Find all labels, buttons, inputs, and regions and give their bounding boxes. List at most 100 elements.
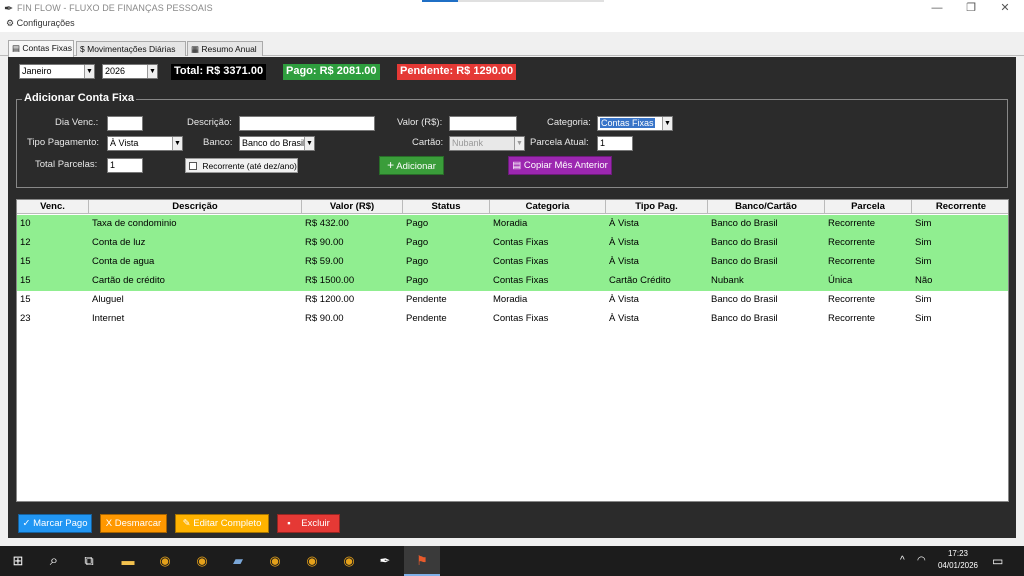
gear-icon: ⚙ xyxy=(6,18,15,28)
cell-venc: 15 xyxy=(20,294,31,305)
dia-label: Dia Venc.: xyxy=(55,117,99,128)
adicionar-button[interactable]: + Adicionar xyxy=(379,156,444,175)
categoria-select[interactable]: Contas Fixas ▼ xyxy=(597,116,673,131)
table-row[interactable]: 10 Taxa de condominio R$ 432.00 Pago Moradia… xyxy=(17,215,1008,234)
calendar-icon: ▦ xyxy=(191,44,200,54)
maximize-button[interactable]: ❐ xyxy=(956,1,986,15)
cell-parcela: Recorrente xyxy=(828,313,875,324)
col-valor[interactable]: Valor (R$) xyxy=(302,200,403,214)
plus-icon: + xyxy=(387,158,395,172)
cartao-select[interactable]: Nubank ▼ xyxy=(449,136,525,151)
banco-select[interactable]: Banco do Brasil ▼ xyxy=(239,136,315,151)
cartao-select-value: Nubank xyxy=(452,138,484,148)
col-banco-cartao[interactable]: Banco/Cartão xyxy=(708,200,825,214)
month-select[interactable]: Janeiro ▼ xyxy=(19,64,95,79)
tab-resumo-anual-label: Resumo Anual xyxy=(201,44,257,54)
main-panel: Janeiro ▼ 2026 ▼ Total: R$ 3371.00 Pago:… xyxy=(8,57,1016,538)
cell-descricao: Conta de luz xyxy=(92,237,146,248)
clipboard-icon: ▤ xyxy=(512,160,522,171)
task-view-icon[interactable]: ⧉ xyxy=(79,551,99,571)
pencil-icon: ✎ xyxy=(182,518,191,529)
wifi-icon[interactable]: ◠ xyxy=(917,555,926,566)
cell-descricao: Taxa de condominio xyxy=(92,218,177,229)
chrome-profile-icon[interactable]: ◉ xyxy=(192,551,212,571)
cell-banco: Banco do Brasil xyxy=(711,256,778,267)
total-parcelas-input[interactable]: 1 xyxy=(107,158,143,173)
cartao-label: Cartão: xyxy=(412,137,444,148)
cell-banco: Banco do Brasil xyxy=(711,218,778,229)
cell-parcela: Recorrente xyxy=(828,256,875,267)
tab-resumo-anual[interactable]: ▦ Resumo Anual xyxy=(187,41,263,56)
clock[interactable]: 17:23 04/01/2026 xyxy=(936,549,980,570)
cell-tipo: À Vista xyxy=(609,294,639,305)
copiar-mes-anterior-button[interactable]: ▤ Copiar Mês Anterior xyxy=(508,156,612,175)
contas-table[interactable]: Venc. Descrição Valor (R$) Status Catego… xyxy=(16,199,1009,502)
feather-app-icon[interactable]: ✒ xyxy=(375,551,395,571)
cell-venc: 15 xyxy=(20,275,31,286)
descricao-input[interactable] xyxy=(239,116,375,131)
cell-categoria: Contas Fixas xyxy=(493,313,549,324)
windows-start-icon[interactable]: ⊞ xyxy=(8,551,28,571)
table-row[interactable]: 15 Conta de agua R$ 59.00 Pago Contas Fixas À… xyxy=(17,253,1008,272)
cell-parcela: Recorrente xyxy=(828,237,875,248)
checkbox-icon xyxy=(189,162,197,170)
python-app-icon[interactable]: ⚑ xyxy=(412,551,432,571)
window-title: FIN FLOW - FLUXO DE FINANÇAS PESSOAIS xyxy=(17,3,213,13)
tab-movimentacoes-diarias[interactable]: $ Movimentações Diárias xyxy=(76,41,186,56)
col-recorrente[interactable]: Recorrente xyxy=(912,200,1008,214)
close-button[interactable]: ✕ xyxy=(990,1,1020,15)
col-descricao[interactable]: Descrição xyxy=(89,200,302,214)
chevron-down-icon: ▼ xyxy=(147,65,157,78)
table-row[interactable]: 15 Aluguel R$ 1200.00 Pendente Moradia À Vist… xyxy=(17,291,1008,310)
tab-contas-fixas-label: Contas Fixas xyxy=(22,43,73,53)
valor-input[interactable] xyxy=(449,116,517,131)
banco-label: Banco: xyxy=(203,137,233,148)
menu-configuracoes[interactable]: ⚙ Configurações xyxy=(6,18,75,29)
pago-badge: Pago: R$ 2081.00 xyxy=(283,64,380,80)
chrome-profile-2-icon[interactable]: ◉ xyxy=(265,551,285,571)
col-parcela[interactable]: Parcela xyxy=(825,200,912,214)
table-row[interactable]: 15 Cartão de crédito R$ 1500.00 Pago Contas … xyxy=(17,272,1008,291)
cell-parcela: Recorrente xyxy=(828,294,875,305)
table-row[interactable]: 12 Conta de luz R$ 90.00 Pago Contas Fixas À … xyxy=(17,234,1008,253)
col-status[interactable]: Status xyxy=(403,200,490,214)
year-select[interactable]: 2026 ▼ xyxy=(102,64,158,79)
cell-categoria: Moradia xyxy=(493,294,528,305)
notepad-icon[interactable]: ▰ xyxy=(228,551,248,571)
table-row[interactable]: 23 Internet R$ 90.00 Pendente Contas Fixas À … xyxy=(17,310,1008,329)
chevron-up-icon[interactable]: ^ xyxy=(900,555,905,566)
col-categoria[interactable]: Categoria xyxy=(490,200,606,214)
menu-bar: ⚙ Configurações xyxy=(0,17,1024,32)
minimize-button[interactable]: — xyxy=(922,1,952,15)
copiar-label: Copiar Mês Anterior xyxy=(523,160,608,171)
search-icon[interactable]: ⌕ xyxy=(44,551,64,571)
file-explorer-icon[interactable]: ▬ xyxy=(118,551,138,571)
total-parcelas-label: Total Parcelas: xyxy=(35,159,98,170)
feather-icon: ✒ xyxy=(4,3,14,15)
notification-icon[interactable]: ▭ xyxy=(992,554,1003,568)
col-tipo-pag[interactable]: Tipo Pag. xyxy=(606,200,708,214)
recorrente-checkbox[interactable]: Recorrente (até dez/ano) xyxy=(185,158,298,173)
money-icon: $ xyxy=(80,44,85,54)
parcela-atual-input[interactable]: 1 xyxy=(597,136,633,151)
chrome-profile-3-icon[interactable]: ◉ xyxy=(302,551,322,571)
dia-input[interactable] xyxy=(107,116,143,131)
tab-contas-fixas[interactable]: ▤ Contas Fixas xyxy=(8,40,74,57)
tab-bar: ▤ Contas Fixas $ Movimentações Diárias ▦… xyxy=(0,32,1024,57)
document-icon: ▤ xyxy=(12,43,21,53)
desmarcar-button[interactable]: X Desmarcar xyxy=(100,514,167,533)
marcar-pago-button[interactable]: ✓ Marcar Pago xyxy=(18,514,92,533)
cell-status: Pago xyxy=(406,275,429,286)
cell-recorrente: Sim xyxy=(915,237,932,248)
banco-select-value: Banco do Brasil xyxy=(242,138,306,148)
cell-valor: R$ 59.00 xyxy=(305,256,344,267)
cell-recorrente: Sim xyxy=(915,256,932,267)
chrome-profile-4-icon[interactable]: ◉ xyxy=(339,551,359,571)
menu-configuracoes-label: Configurações xyxy=(16,18,75,28)
editar-completo-button[interactable]: ✎ Editar Completo xyxy=(175,514,269,533)
cell-recorrente: Sim xyxy=(915,218,932,229)
col-venc[interactable]: Venc. xyxy=(17,200,89,214)
chrome-icon[interactable]: ◉ xyxy=(155,551,175,571)
tipo-pagamento-select[interactable]: À Vista ▼ xyxy=(107,136,183,151)
excluir-button[interactable]: ▪ Excluir xyxy=(277,514,340,533)
